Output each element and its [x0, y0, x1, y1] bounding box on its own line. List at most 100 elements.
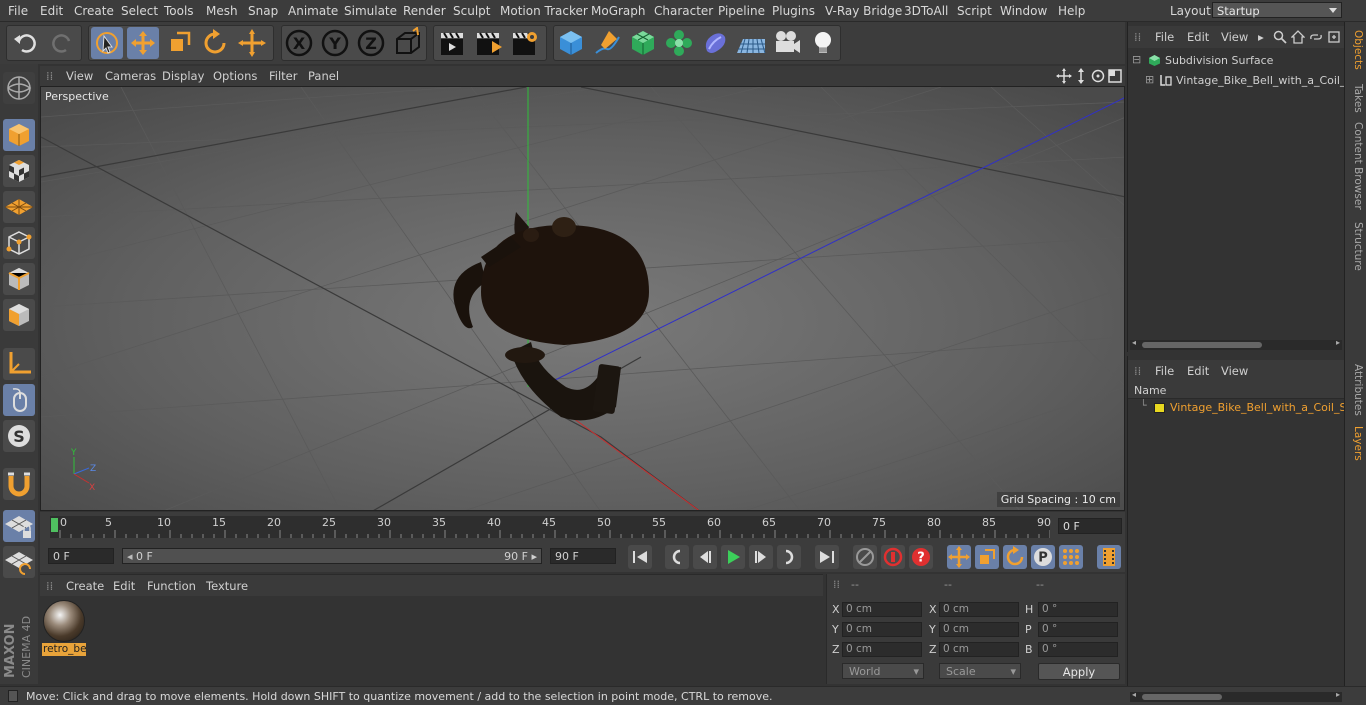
key-scale-button[interactable]	[975, 545, 999, 569]
tab-content-browser[interactable]: Content Browser	[1348, 122, 1364, 210]
tab-attributes[interactable]: Attributes	[1348, 364, 1364, 416]
key-parameter-button[interactable]: P	[1031, 545, 1055, 569]
tab-takes[interactable]: Takes	[1348, 84, 1364, 113]
camera-object-button[interactable]	[771, 27, 803, 59]
make-editable-button[interactable]	[3, 72, 35, 104]
keyframe-selection-button[interactable]: ?	[909, 545, 933, 569]
tweak-mode-button[interactable]	[3, 384, 35, 416]
x-axis-lock-button[interactable]: X	[283, 27, 315, 59]
menu-create[interactable]: Create	[74, 4, 114, 18]
viewport-menu-view[interactable]: View	[66, 69, 93, 83]
rotate-view-icon[interactable]	[1090, 68, 1106, 84]
material-menu-texture[interactable]: Texture	[206, 579, 248, 593]
next-key-button[interactable]	[777, 545, 801, 569]
material-preview[interactable]	[43, 600, 85, 642]
go-to-end-button[interactable]	[815, 545, 839, 569]
rot-b-field[interactable]: 0 °	[1038, 642, 1118, 657]
render-view-button[interactable]	[436, 27, 468, 59]
scroll-right-icon[interactable]: ▸	[1336, 338, 1340, 347]
material-menu-function[interactable]: Function	[147, 579, 196, 593]
layers-menu-edit[interactable]: Edit	[1187, 364, 1209, 378]
pos-x-field[interactable]: 0 cm	[842, 602, 922, 617]
layer-manager-hscrollbar[interactable]: ◂ ▸	[1130, 690, 1342, 702]
zoom-view-icon[interactable]	[1073, 68, 1089, 84]
light-object-button[interactable]	[807, 27, 839, 59]
render-settings-button[interactable]	[508, 27, 540, 59]
layer-row[interactable]: └ Vintage_Bike_Bell_with_a_Coil_Spring	[1128, 399, 1344, 417]
objects-menu-edit[interactable]: Edit	[1187, 30, 1209, 44]
key-position-button[interactable]	[947, 545, 971, 569]
previous-frame-button[interactable]	[693, 545, 717, 569]
rotate-tool-button[interactable]	[199, 27, 231, 59]
model-mode-button[interactable]	[3, 119, 35, 151]
cloner-button[interactable]	[663, 27, 695, 59]
add-object-tool-button[interactable]	[236, 27, 268, 59]
tab-objects[interactable]: Objects	[1348, 30, 1364, 70]
scrollbar-thumb[interactable]	[1142, 694, 1222, 700]
deformer-button[interactable]	[699, 27, 731, 59]
planar-workplane-button[interactable]	[3, 546, 35, 578]
cube-object-button[interactable]	[555, 27, 587, 59]
menu-mograph[interactable]: MoGraph	[591, 4, 646, 18]
scroll-left-icon[interactable]: ◂	[1132, 690, 1136, 699]
material-menu-create[interactable]: Create	[66, 579, 104, 593]
tree-item-bike-bell[interactable]: ⊞ Vintage_Bike_Bell_with_a_Coil_Spring	[1128, 72, 1344, 90]
key-rotation-button[interactable]	[1003, 545, 1027, 569]
go-to-start-button[interactable]	[628, 545, 652, 569]
timeline-ruler[interactable]: 0 5 10 15 20 25 30 35 40 45 50 55 60 65 …	[50, 516, 1051, 538]
points-mode-button[interactable]	[3, 227, 35, 259]
size-mode-dropdown[interactable]: Scale ▾	[939, 663, 1021, 679]
material-name-label[interactable]: retro_bell	[42, 643, 86, 656]
polygons-mode-button[interactable]	[3, 299, 35, 331]
viewport-camera-label[interactable]: Perspective	[45, 90, 109, 103]
viewport-menu-panel[interactable]: Panel	[308, 69, 339, 83]
menu-simulate[interactable]: Simulate	[344, 4, 397, 18]
apply-button[interactable]: Apply	[1038, 663, 1120, 680]
viewport-menu-display[interactable]: Display	[162, 69, 204, 83]
scroll-left-icon[interactable]: ◂	[1132, 338, 1136, 347]
end-frame-field[interactable]: 90 F	[550, 548, 616, 564]
menu-animate[interactable]: Animate	[288, 4, 338, 18]
viewport-menu-options[interactable]: Options	[213, 69, 257, 83]
menu-file[interactable]: File	[8, 4, 28, 18]
new-window-icon[interactable]	[1327, 30, 1341, 44]
objects-menu-file[interactable]: File	[1155, 30, 1174, 44]
workplane-lock-button[interactable]	[3, 510, 35, 542]
floor-object-button[interactable]	[735, 27, 767, 59]
material-menu-edit[interactable]: Edit	[113, 579, 135, 593]
menu-character[interactable]: Character	[654, 4, 713, 18]
menu-help[interactable]: Help	[1058, 4, 1085, 18]
redo-button[interactable]	[46, 27, 78, 59]
menu-edit[interactable]: Edit	[40, 4, 63, 18]
menu-mesh[interactable]: Mesh	[206, 4, 238, 18]
search-icon[interactable]	[1273, 30, 1287, 44]
tree-expand-icon[interactable]: ⊞	[1145, 73, 1154, 86]
objects-menu-view[interactable]: View	[1221, 30, 1248, 44]
live-selection-button[interactable]	[91, 27, 123, 59]
scrollbar-thumb[interactable]	[1142, 342, 1262, 348]
maximize-view-icon[interactable]	[1107, 68, 1123, 84]
chevron-right-icon[interactable]: ▸	[1258, 30, 1264, 44]
tab-layers[interactable]: Layers	[1348, 426, 1364, 461]
menu-pipeline[interactable]: Pipeline	[718, 4, 765, 18]
menu-window[interactable]: Window	[1000, 4, 1047, 18]
size-x-field[interactable]: 0 cm	[939, 602, 1019, 617]
menu-render[interactable]: Render	[403, 4, 446, 18]
solo-mode-button[interactable]: S	[3, 420, 35, 452]
size-y-field[interactable]: 0 cm	[939, 622, 1019, 637]
record-active-objects-button[interactable]	[853, 545, 877, 569]
current-frame-field[interactable]: 0 F	[1058, 518, 1122, 534]
timeline-window-button[interactable]	[1097, 545, 1121, 569]
menu-sculpt[interactable]: Sculpt	[453, 4, 490, 18]
z-axis-lock-button[interactable]: Z	[355, 27, 387, 59]
menu-motion-tracker[interactable]: Motion Tracker	[500, 4, 588, 18]
menu-snap[interactable]: Snap	[248, 4, 278, 18]
move-tool-button[interactable]	[127, 27, 159, 59]
menu-plugins[interactable]: Plugins	[772, 4, 815, 18]
layer-color-swatch[interactable]	[1154, 403, 1165, 413]
snap-button[interactable]	[3, 468, 35, 500]
texture-mode-button[interactable]	[3, 155, 35, 187]
coordinate-system-button[interactable]	[391, 26, 423, 59]
3d-viewport[interactable]: Perspective Y Z X Grid Spacing: 10 cm	[40, 86, 1125, 511]
layers-menu-file[interactable]: File	[1155, 364, 1174, 378]
